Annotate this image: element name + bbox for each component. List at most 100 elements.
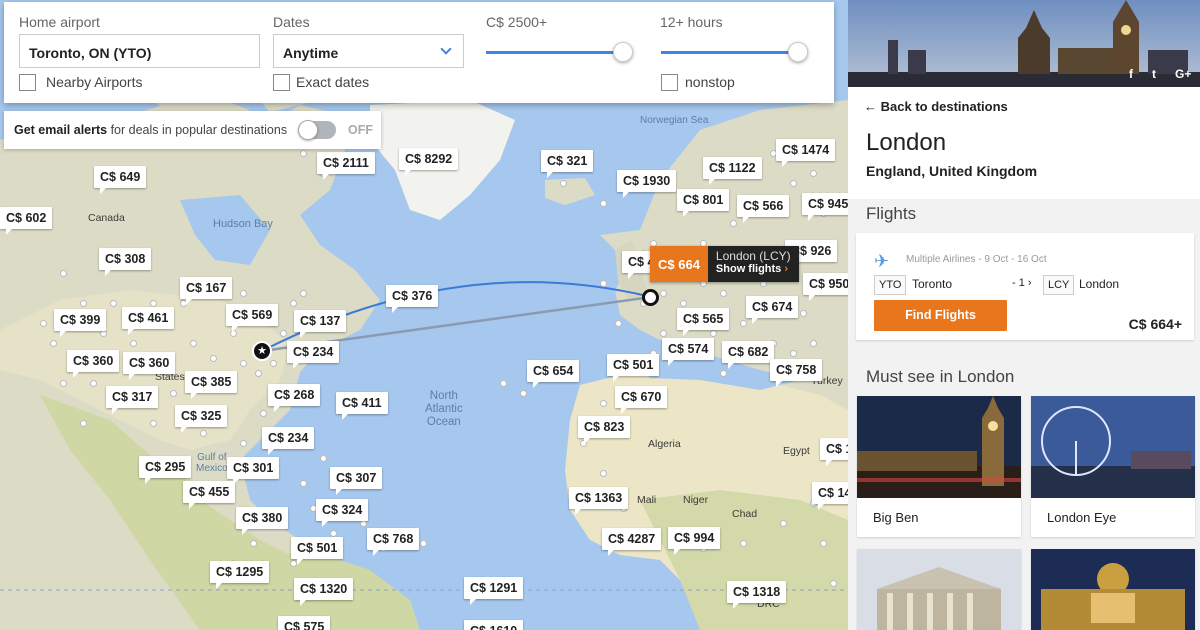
price-tag[interactable]: C$ 455 — [183, 481, 236, 503]
price-tag[interactable]: C$ 566 — [737, 195, 790, 217]
price-tag[interactable]: C$ 360 — [123, 352, 176, 374]
email-alerts-toggle[interactable] — [298, 120, 336, 140]
price-tag[interactable]: C$ 8292 — [399, 148, 459, 170]
destination-dot[interactable] — [100, 330, 107, 337]
destination-dot[interactable] — [110, 300, 117, 307]
price-tag[interactable]: C$ 565 — [677, 308, 730, 330]
price-tag[interactable]: C$ 1318 — [727, 581, 787, 603]
destination-dot[interactable] — [615, 320, 622, 327]
destination-dot[interactable] — [240, 290, 247, 297]
find-flights-button[interactable]: Find Flights — [874, 300, 1007, 331]
duration-slider-track[interactable] — [661, 51, 801, 54]
price-tag[interactable]: C$ 501 — [291, 537, 344, 559]
destination-dot[interactable] — [720, 370, 727, 377]
destination-dot[interactable] — [200, 430, 207, 437]
price-tag[interactable]: C$ 234 — [262, 427, 315, 449]
destination-dot[interactable] — [830, 580, 837, 587]
destination-dot[interactable] — [190, 340, 197, 347]
destination-dot[interactable] — [255, 370, 262, 377]
price-tag[interactable]: C$ 380 — [236, 507, 289, 529]
price-tag[interactable]: C$ 268 — [268, 384, 321, 406]
price-tag[interactable]: C$ 307 — [330, 467, 383, 489]
price-tag[interactable]: C$ 19 — [820, 438, 848, 460]
price-slider-handle[interactable] — [613, 42, 633, 62]
destination-dot[interactable] — [150, 300, 157, 307]
price-tag[interactable]: C$ 411 — [336, 392, 388, 414]
show-flights-link[interactable]: Show flights › — [716, 263, 791, 275]
price-tag[interactable]: C$ 137 — [294, 310, 347, 332]
destination-dot[interactable] — [420, 540, 427, 547]
destination-dot[interactable] — [210, 355, 217, 362]
price-tag[interactable]: C$ 801 — [677, 189, 730, 211]
facebook-icon[interactable]: f — [1129, 67, 1133, 81]
nonstop-checkbox[interactable] — [661, 74, 678, 91]
exact-dates-checkbox[interactable] — [273, 74, 290, 91]
destination-dot[interactable] — [660, 290, 667, 297]
dates-select[interactable]: Anytime — [273, 34, 464, 68]
price-tag[interactable]: C$ 461 — [122, 307, 175, 329]
destination-dot[interactable] — [240, 360, 247, 367]
destination-dot[interactable] — [330, 530, 337, 537]
destination-dot[interactable] — [720, 290, 727, 297]
price-tag[interactable]: C$ 1295 — [210, 561, 270, 583]
price-tag[interactable]: C$ 321 — [541, 150, 594, 172]
destination-dot[interactable] — [280, 330, 287, 337]
sight-card-british-museum[interactable] — [857, 549, 1021, 630]
sight-card-big-ben[interactable]: Big Ben — [857, 396, 1021, 537]
price-tag[interactable]: C$ 295 — [139, 456, 192, 478]
sight-card-national-gallery[interactable] — [1031, 549, 1195, 630]
destination-dot[interactable] — [300, 290, 307, 297]
destination-dot[interactable] — [300, 480, 307, 487]
destination-dot[interactable] — [560, 180, 567, 187]
destination-dot[interactable] — [320, 455, 327, 462]
destination-dot[interactable] — [740, 540, 747, 547]
price-tag[interactable]: C$ 950 — [803, 273, 848, 295]
destination-dot[interactable] — [680, 300, 687, 307]
price-tag[interactable]: C$ 602 — [0, 207, 53, 229]
price-tag[interactable]: C$ 399 — [54, 309, 107, 331]
price-tag[interactable]: C$ 360 — [67, 350, 120, 372]
destination-dot[interactable] — [130, 340, 137, 347]
destination-dot[interactable] — [300, 150, 307, 157]
destination-dot[interactable] — [150, 420, 157, 427]
destination-dot[interactable] — [170, 390, 177, 397]
destination-dot[interactable] — [60, 380, 67, 387]
destination-dot[interactable] — [790, 180, 797, 187]
price-tag[interactable]: C$ 234 — [287, 341, 340, 363]
price-tag[interactable]: C$ 670 — [615, 386, 668, 408]
price-tag[interactable]: C$ 758 — [770, 359, 823, 381]
price-tag[interactable]: C$ 325 — [175, 405, 228, 427]
destination-dot[interactable] — [270, 360, 277, 367]
destination-dot[interactable] — [360, 520, 367, 527]
price-tag[interactable]: C$ 994 — [668, 527, 721, 549]
price-tag[interactable]: C$ 317 — [106, 386, 159, 408]
home-airport-input[interactable]: Toronto, ON (YTO) — [19, 34, 260, 68]
back-to-destinations-link[interactable]: ← Back to destinations — [864, 99, 1008, 114]
price-tag[interactable]: C$ 376 — [386, 285, 439, 307]
price-tag[interactable]: C$ 823 — [578, 416, 631, 438]
google-plus-icon[interactable]: G+ — [1175, 67, 1191, 81]
price-tag[interactable]: C$ 1363 — [569, 487, 629, 509]
destination-dot[interactable] — [600, 280, 607, 287]
destination-dot[interactable] — [740, 320, 747, 327]
price-tag[interactable]: C$ 2111 — [317, 152, 375, 174]
price-tag[interactable]: C$ 682 — [722, 341, 775, 363]
destination-dot[interactable] — [810, 340, 817, 347]
price-tag[interactable]: C$ 574 — [662, 338, 715, 360]
destination-dot[interactable] — [290, 300, 297, 307]
destination-dot[interactable] — [660, 330, 667, 337]
destination-dot[interactable] — [600, 400, 607, 407]
price-tag[interactable]: C$ 167 — [180, 277, 233, 299]
price-tag[interactable]: C$ 4287 — [602, 528, 662, 550]
price-tag[interactable]: C$ 1610 — [464, 620, 524, 630]
price-tag[interactable]: C$ 575 — [278, 616, 331, 630]
destination-map[interactable]: Canada Hudson Bay Norwegian Sea North At… — [0, 0, 848, 630]
price-tag[interactable]: C$ 768 — [367, 528, 420, 550]
price-tag[interactable]: C$ 1122 — [703, 157, 762, 179]
duration-slider-handle[interactable] — [788, 42, 808, 62]
price-tag[interactable]: C$ 1930 — [617, 170, 677, 192]
destination-dot[interactable] — [820, 540, 827, 547]
selected-destination-marker[interactable] — [642, 289, 659, 306]
price-tag[interactable]: C$ 674 — [746, 296, 799, 318]
price-tag[interactable]: C$ 1320 — [294, 578, 354, 600]
